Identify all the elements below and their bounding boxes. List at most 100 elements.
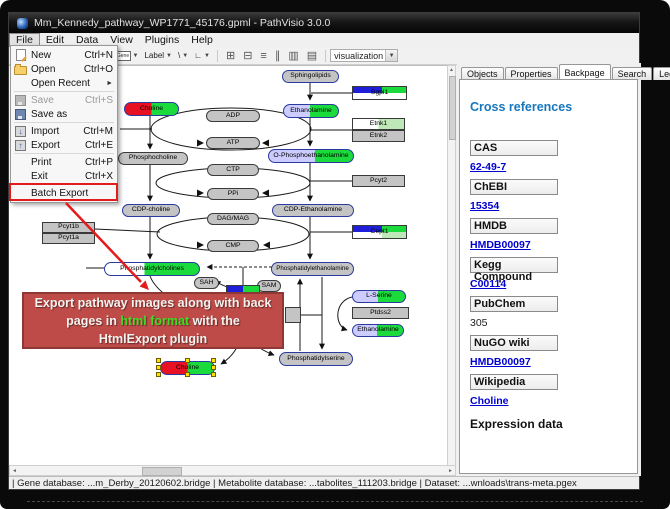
node-sah[interactable]: SAH — [194, 277, 219, 289]
dropdown-arrow-icon: ▼ — [204, 53, 210, 59]
node-phosphocholine[interactable]: Phosphocholine — [118, 152, 188, 165]
horizontal-scrollbar[interactable]: ◄ ► — [9, 465, 456, 476]
menu-item-import[interactable]: ↓ ImportCtrl+M — [11, 124, 117, 138]
node-ppi[interactable]: PPi — [207, 188, 259, 200]
node-ctp[interactable]: CTP — [207, 164, 259, 176]
selection-handle[interactable] — [156, 365, 161, 370]
node-cdp-choline[interactable]: CDP-choline — [122, 204, 180, 217]
backpage-section-nugo: NuGO wiki HMDB00097 — [470, 335, 637, 368]
align-center-x-icon[interactable]: ⊞ — [222, 49, 239, 62]
cross-reference-link[interactable]: Choline — [470, 395, 637, 407]
menu-item-export[interactable]: ↑ ExportCtrl+E — [11, 138, 117, 152]
cross-reference-link[interactable]: 62-49-7 — [470, 161, 637, 173]
backpage-panel: Cross references CAS 62-49-7 ChEBI 15354… — [459, 79, 638, 474]
align-center-y-icon[interactable]: ⊟ — [239, 49, 256, 62]
gene-node-pcyt1a[interactable]: Pcyt1a — [42, 233, 95, 244]
horizontal-scroll-thumb[interactable] — [142, 467, 182, 476]
menu-item-new[interactable]: NewCtrl+N — [11, 48, 117, 62]
status-text: | Gene database: ...m_Derby_20120602.bri… — [12, 478, 577, 489]
node-adp[interactable]: ADP — [206, 110, 260, 122]
dropdown-arrow-icon: ▼ — [166, 53, 172, 59]
node-phosphatidylserine[interactable]: Phosphatidylserine — [279, 352, 353, 366]
annotation-green-text: html format — [120, 314, 189, 328]
vertical-scrollbar[interactable]: ▲ — [447, 65, 456, 476]
new-file-icon — [16, 49, 26, 61]
menu-item-save-as[interactable]: Save as — [11, 107, 117, 121]
gene-node-ptdss2[interactable]: Ptdss2 — [352, 307, 409, 319]
gene-node-partial-2[interactable] — [285, 307, 301, 323]
cross-reference-link[interactable]: C00114 — [470, 278, 637, 290]
menu-item-open-recent[interactable]: Open Recent ► — [11, 76, 117, 90]
gene-node-cept1[interactable]: Cept1 — [352, 225, 407, 239]
section-header: ChEBI — [470, 179, 558, 195]
node-choline-top[interactable]: Choline — [124, 102, 179, 116]
section-header: PubChem — [470, 296, 558, 312]
annotation-line3: HtmlExport plugin — [24, 330, 282, 348]
backpage-section-kegg: Kegg Compound C00114 — [470, 257, 637, 290]
section-header: Kegg Compound — [470, 257, 558, 273]
menu-help[interactable]: Help — [185, 33, 219, 47]
backpage-section-cas: CAS 62-49-7 — [470, 140, 637, 173]
node-phosphatidylcholines[interactable]: Phosphatidylcholines — [104, 262, 200, 276]
node-cdp-ethanolamine[interactable]: CDP-Ethanolamine — [272, 204, 354, 217]
node-sam[interactable]: SAM — [257, 280, 281, 292]
scroll-left-icon[interactable]: ◄ — [10, 468, 19, 474]
cross-reference-link[interactable]: HMDB00097 — [470, 356, 637, 368]
annotation-line1: Export pathway images along with back — [24, 294, 282, 312]
window-title: Mm_Kennedy_pathway_WP1771_45176.gpml - P… — [34, 17, 330, 29]
node-sphingolipids[interactable]: Sphingolipids — [282, 70, 339, 83]
node-l-serine[interactable]: L-Serine — [352, 290, 406, 303]
scroll-up-icon[interactable]: ▲ — [448, 67, 455, 73]
menu-plugins[interactable]: Plugins — [139, 33, 185, 47]
node-cmp[interactable]: CMP — [207, 240, 259, 252]
gene-node-sgpl1[interactable]: Sgpl1 — [352, 86, 407, 100]
distribute-horizontal-icon[interactable]: ≡ — [256, 50, 270, 62]
line-icon: \ — [178, 51, 180, 60]
dropdown-arrow-icon[interactable]: ▼ — [385, 50, 397, 61]
gene-node-pcyt1b[interactable]: Pcyt1b — [42, 222, 95, 233]
gene-node-etnk2[interactable]: Etnk2 — [352, 130, 405, 142]
connector-tool-button[interactable]: ∟ ▼ — [191, 50, 213, 61]
selection-handle[interactable] — [211, 358, 216, 363]
selection-handle[interactable] — [211, 365, 216, 370]
backpage-section-wikipedia: Wikipedia Choline — [470, 374, 637, 407]
cross-reference-value: 305 — [470, 317, 637, 329]
status-bar: | Gene database: ...m_Derby_20120602.bri… — [9, 476, 639, 489]
selection-handle[interactable] — [156, 372, 161, 377]
visualization-combobox[interactable]: visualization ▼ — [330, 49, 398, 62]
section-header: NuGO wiki — [470, 335, 558, 351]
expression-data-heading: Expression data — [470, 417, 637, 431]
tab-backpage[interactable]: Backpage — [559, 64, 611, 80]
cross-reference-link[interactable]: 15354 — [470, 200, 637, 212]
cross-reference-link[interactable]: HMDB00097 — [470, 239, 637, 251]
label-tool-button[interactable]: Label ▼ — [141, 50, 175, 61]
submenu-arrow-icon: ► — [106, 80, 113, 87]
selection-handle[interactable] — [185, 372, 190, 377]
import-icon: ↓ — [15, 126, 26, 137]
menu-item-exit[interactable]: ExitCtrl+X — [11, 169, 117, 183]
window-frame: Mm_Kennedy_pathway_WP1771_45176.gpml - P… — [0, 0, 670, 509]
node-o-phosphoethanolamine[interactable]: O-Phosphoethanolamine — [268, 149, 354, 163]
menu-item-open[interactable]: OpenCtrl+O — [11, 62, 117, 76]
node-atp[interactable]: ATP — [206, 137, 260, 149]
menu-item-save[interactable]: SaveCtrl+S — [11, 93, 117, 107]
vertical-scroll-thumb[interactable] — [449, 76, 456, 140]
line-tool-button[interactable]: \ ▼ — [175, 50, 191, 61]
node-ethanolamine-top[interactable]: Ethanolamine — [283, 104, 339, 118]
distribute-vertical-icon[interactable]: ∥ — [271, 49, 285, 62]
backpage-section-pubchem: PubChem 305 — [470, 296, 637, 329]
node-phosphatidylethanolamine[interactable]: Phosphatidylethanolamine — [271, 262, 354, 276]
selection-handle[interactable] — [211, 372, 216, 377]
label-tool-text: Label — [144, 51, 164, 60]
gene-node-etnk1[interactable]: Etnk1 — [352, 118, 405, 130]
node-ethanolamine-bottom[interactable]: Ethanolamine — [352, 324, 404, 337]
selection-handle[interactable] — [185, 358, 190, 363]
menu-item-print[interactable]: PrintCtrl+P — [11, 155, 117, 169]
selection-handle[interactable] — [156, 358, 161, 363]
common-height-icon[interactable]: ▤ — [303, 49, 321, 62]
tab-legend[interactable]: Legend — [653, 67, 670, 80]
scroll-right-icon[interactable]: ► — [446, 468, 455, 474]
node-dag-mag[interactable]: DAG/MAG — [207, 213, 259, 225]
common-width-icon[interactable]: ▥ — [284, 49, 302, 62]
gene-node-pcyt2[interactable]: Pcyt2 — [352, 175, 405, 187]
